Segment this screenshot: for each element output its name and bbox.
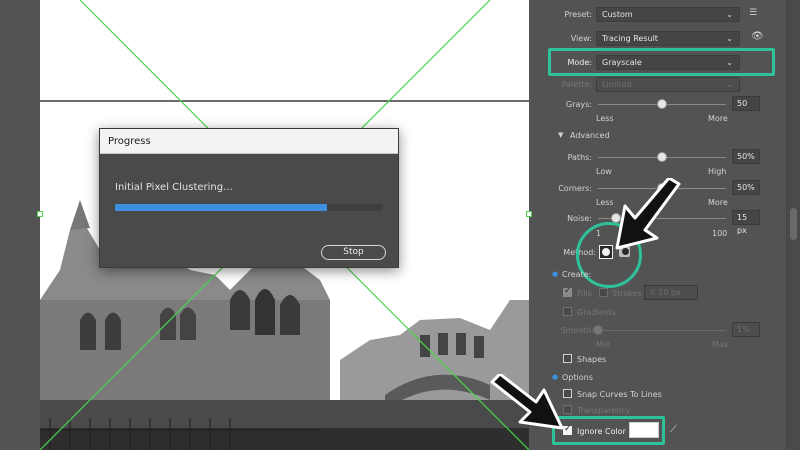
progress-status-text: Initial Pixel Clustering... xyxy=(115,182,233,193)
chevron-down-icon: ⌄ xyxy=(726,10,733,19)
eyedropper-icon[interactable]: ⟋ xyxy=(670,424,677,435)
create-section-label: Create: xyxy=(562,270,592,279)
view-value: Tracing Result xyxy=(602,34,658,43)
corners-max-label: More xyxy=(708,198,728,207)
snap-curves-label: Snap Curves To Lines xyxy=(577,390,662,399)
paths-label: Paths: xyxy=(567,153,592,162)
shapes-label: Shapes xyxy=(577,355,607,364)
paths-value-field[interactable]: 50% xyxy=(732,149,760,164)
progress-dialog: Progress Initial Pixel Clustering... Sto… xyxy=(99,128,399,268)
palette-label: Palette: xyxy=(561,80,592,89)
stroke-width-value: 10 px xyxy=(658,288,681,297)
fills-checkbox xyxy=(563,286,572,297)
preset-label: Preset: xyxy=(564,10,592,19)
fills-label: Fills xyxy=(577,289,592,298)
stop-button[interactable]: Stop xyxy=(321,245,386,260)
progress-bar-fill xyxy=(115,204,327,211)
palette-value: Limited xyxy=(602,80,632,89)
paths-min-label: Low xyxy=(596,167,612,176)
eye-icon[interactable]: 👁 xyxy=(751,31,764,42)
mode-dropdown[interactable]: Grayscale ⌄ xyxy=(596,55,740,70)
smoothness-value-field: 1% xyxy=(732,322,760,337)
grays-label: Grays: xyxy=(566,100,592,109)
corners-label: Corners: xyxy=(558,184,592,193)
gradients-checkbox xyxy=(563,307,572,316)
smoothness-min-label: Min xyxy=(596,340,611,349)
progress-bar xyxy=(115,204,383,211)
corners-value-field[interactable]: 50% xyxy=(732,180,760,195)
chevron-down-icon: ⌄ xyxy=(726,34,733,43)
ignore-color-label: Ignore Color xyxy=(577,427,626,436)
smoothness-max-label: Max xyxy=(712,340,729,349)
stroke-width-field: ⇳ 10 px xyxy=(644,285,698,300)
preset-list-icon[interactable]: ☰ xyxy=(749,8,757,18)
smoothness-slider xyxy=(598,330,726,331)
chevron-down-icon: ⌄ xyxy=(726,80,733,89)
panel-scrollbar[interactable] xyxy=(786,0,800,450)
smoothness-slider-knob xyxy=(593,325,603,335)
mode-label: Mode: xyxy=(567,58,593,67)
mode-value: Grayscale xyxy=(602,58,642,67)
paths-max-label: High xyxy=(708,167,727,176)
shapes-checkbox[interactable] xyxy=(563,354,572,363)
view-dropdown[interactable]: Tracing Result ⌄ xyxy=(596,31,740,46)
annotation-arrow-method xyxy=(615,178,681,250)
paths-slider-knob[interactable] xyxy=(657,152,667,162)
panel-scrollbar-thumb[interactable] xyxy=(790,208,797,240)
noise-max-label: 100 xyxy=(712,229,728,238)
smoothness-label: Smooth: xyxy=(560,326,594,335)
view-label: View: xyxy=(570,34,592,43)
grays-value-field[interactable]: 50 xyxy=(732,96,760,111)
advanced-toggle-icon[interactable]: ▼ xyxy=(558,131,563,139)
stroke-stepper-icon: ⇳ xyxy=(649,288,659,297)
preset-dropdown[interactable]: Custom ⌄ xyxy=(596,7,740,22)
selection-handle-left-edge[interactable] xyxy=(37,211,43,217)
advanced-section-label[interactable]: Advanced xyxy=(570,131,610,140)
grays-min-label: Less xyxy=(596,114,614,123)
progress-dialog-title: Progress xyxy=(100,129,398,154)
strokes-label: Strokes xyxy=(612,289,642,298)
noise-value-field[interactable]: 15 px xyxy=(732,210,760,235)
grays-max-label: More xyxy=(708,114,728,123)
gradients-label: Gradients xyxy=(577,308,616,317)
ignore-color-swatch[interactable] xyxy=(629,422,659,438)
create-toggle-icon[interactable]: ● xyxy=(552,270,558,278)
strokes-checkbox xyxy=(599,288,608,297)
transparency-label: Transparency xyxy=(577,406,631,415)
chevron-down-icon: ⌄ xyxy=(726,58,733,67)
noise-label: Noise: xyxy=(567,214,592,223)
grays-slider-knob[interactable] xyxy=(657,99,667,109)
preset-value: Custom xyxy=(602,10,633,19)
palette-dropdown: Limited ⌄ xyxy=(596,77,740,92)
annotation-arrow-ignore-color xyxy=(490,374,564,430)
selection-handle-right-edge[interactable] xyxy=(526,211,532,217)
